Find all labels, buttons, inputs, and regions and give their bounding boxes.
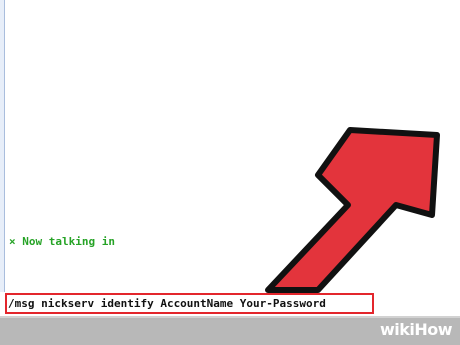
watermark-wiki: wiki [379,320,415,339]
chat-window: × Now talking in wikiHow [0,0,460,345]
watermark-how: How [414,320,452,339]
command-input[interactable] [5,293,374,314]
chat-message-area[interactable]: × Now talking in [5,0,460,292]
status-message: × Now talking in [9,235,115,248]
wikihow-watermark: wikiHow [379,320,453,339]
